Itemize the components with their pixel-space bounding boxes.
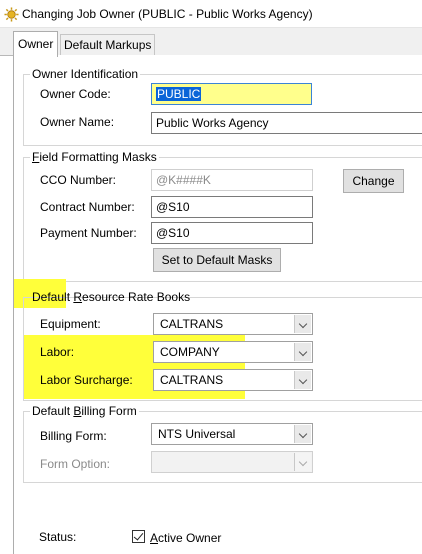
status-label: Status: <box>39 530 77 544</box>
labor-value: COMPANY <box>160 345 220 359</box>
active-owner-label[interactable]: Active Owner <box>150 531 221 545</box>
equipment-dropdown[interactable]: CALTRANS <box>153 313 313 335</box>
owner-code-value: PUBLIC <box>156 87 202 101</box>
cco-number-label: CCO Number: <box>40 173 117 187</box>
owner-name-input[interactable]: Public Works Agency <box>151 112 422 134</box>
owner-code-label: Owner Code: <box>40 87 111 101</box>
field-masks-legend: Field Formatting Masks <box>30 150 159 164</box>
change-button[interactable]: Change <box>343 169 404 193</box>
gear-sun-icon <box>4 7 19 22</box>
cco-number-input: @K####K <box>151 169 313 191</box>
owner-name-label: Owner Name: <box>40 115 115 129</box>
tab-strip: Owner Default Markups <box>0 28 422 57</box>
chevron-down-icon[interactable] <box>294 425 311 443</box>
labor-surcharge-value: CALTRANS <box>160 373 224 387</box>
tab-owner[interactable]: Owner <box>13 31 59 57</box>
owner-code-input[interactable]: PUBLIC <box>151 83 312 105</box>
tab-default-markups[interactable]: Default Markups <box>60 34 156 56</box>
window-title: Changing Job Owner (PUBLIC - Public Work… <box>22 7 313 21</box>
equipment-value: CALTRANS <box>160 317 224 331</box>
owner-identification-legend: Owner Identification <box>30 67 141 81</box>
billing-form-value: NTS Universal <box>158 427 236 441</box>
labor-label: Labor: <box>40 345 75 359</box>
billing-form-dropdown[interactable]: NTS Universal <box>151 423 313 445</box>
payment-number-input[interactable]: @S10 <box>151 222 313 244</box>
rate-books-legend: Default Resource Rate Books <box>32 290 191 304</box>
set-default-masks-button[interactable]: Set to Default Masks <box>153 248 281 272</box>
billing-form-legend: Default Billing Form <box>30 404 139 418</box>
owner-tab-panel: Owner Identification Owner Code: PUBLIC … <box>13 55 422 554</box>
chevron-down-icon <box>294 453 311 471</box>
billing-form-label: Billing Form: <box>40 429 107 443</box>
chevron-down-icon[interactable] <box>294 343 311 361</box>
form-option-label: Form Option: <box>40 457 111 471</box>
title-bar: Changing Job Owner (PUBLIC - Public Work… <box>0 0 422 28</box>
payment-number-label: Payment Number: <box>40 226 137 240</box>
labor-surcharge-dropdown[interactable]: CALTRANS <box>153 369 313 391</box>
chevron-down-icon[interactable] <box>294 371 311 389</box>
contract-number-input[interactable]: @S10 <box>151 196 313 218</box>
equipment-label: Equipment: <box>40 317 101 331</box>
labor-dropdown[interactable]: COMPANY <box>153 341 313 363</box>
contract-number-label: Contract Number: <box>40 200 135 214</box>
chevron-down-icon[interactable] <box>294 315 311 333</box>
labor-surcharge-label: Labor Surcharge: <box>40 373 133 387</box>
form-option-dropdown <box>151 451 313 473</box>
active-owner-checkbox[interactable] <box>132 530 145 543</box>
